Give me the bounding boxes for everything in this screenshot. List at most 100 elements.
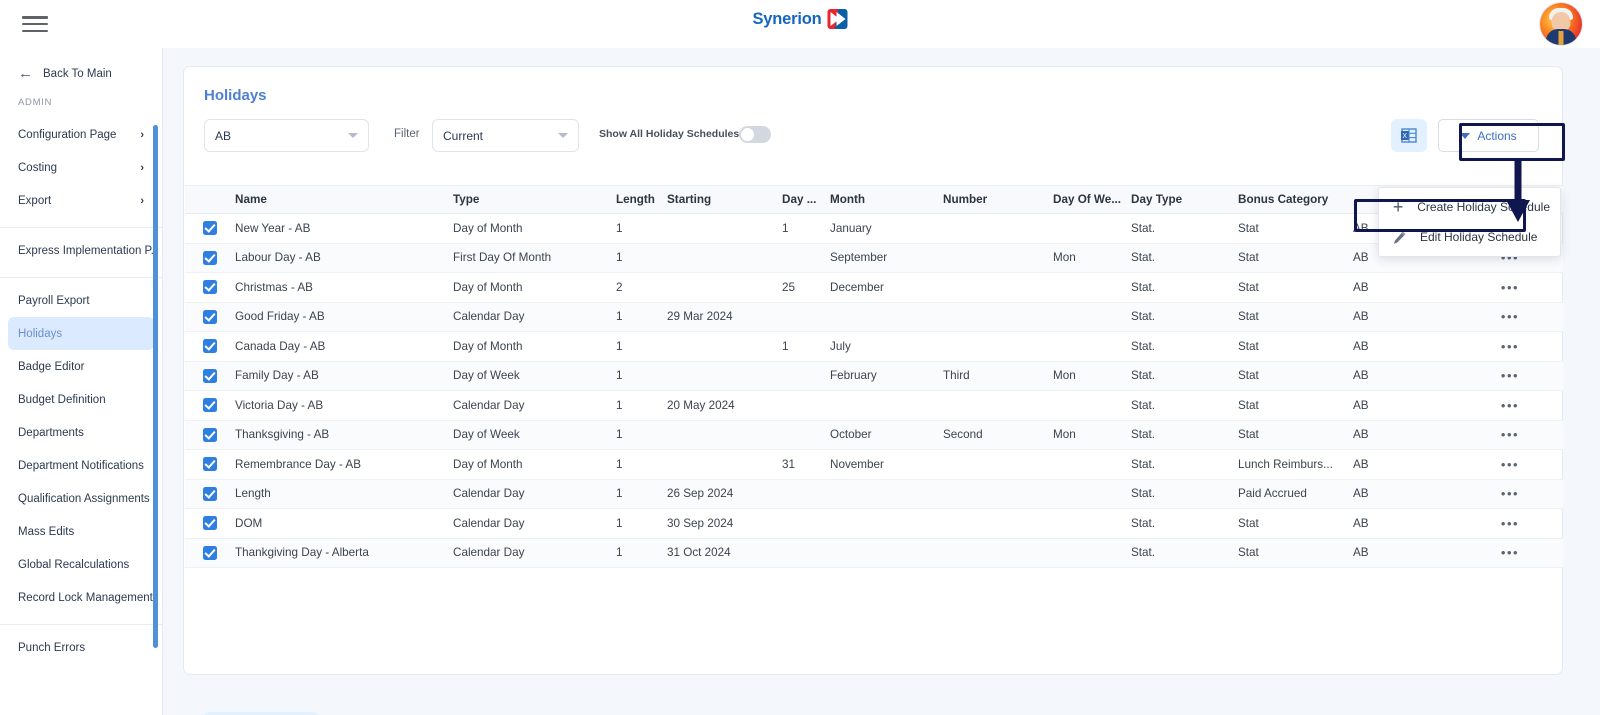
menu-item-label: Edit Holiday Schedule: [1420, 230, 1538, 244]
cell-bonus-category: Stat: [1238, 251, 1259, 265]
show-all-schedules-label: Show All Holiday Schedules: [599, 128, 740, 140]
th-day-type[interactable]: Day Type: [1131, 193, 1238, 206]
cell-day-type: Stat.: [1131, 516, 1156, 530]
row-checkbox-cell: [185, 516, 235, 531]
sidebar-item-label: Holidays: [18, 327, 63, 340]
cell-type: First Day Of Month: [453, 251, 552, 265]
cell-type: Calendar Day: [453, 310, 525, 324]
filter-label: Filter: [394, 128, 420, 140]
cell-length: 1: [616, 221, 623, 235]
sidebar-item-mass-edits[interactable]: Mass Edits: [8, 515, 154, 548]
excel-export-button[interactable]: X: [1391, 119, 1427, 152]
sidebar-item-export[interactable]: Export ›: [8, 184, 154, 217]
avatar[interactable]: [1540, 3, 1582, 45]
table-row[interactable]: Victoria Day - AB Calendar Day 1 20 May 202…: [185, 391, 1563, 421]
table-row[interactable]: Family Day - AB Day of Week 1 February Third…: [185, 361, 1563, 391]
show-all-schedules-toggle[interactable]: [739, 126, 771, 143]
th-bonus-category[interactable]: Bonus Category: [1238, 193, 1353, 206]
sidebar-item-department-notifications[interactable]: Department Notifications: [8, 449, 154, 482]
row-overflow-menu-button[interactable]: •••: [1470, 486, 1550, 501]
svg-text:X: X: [1402, 133, 1407, 140]
sidebar-item-label: Department Notifications: [18, 459, 144, 472]
row-overflow-menu-button[interactable]: •••: [1470, 339, 1550, 354]
row-checkbox[interactable]: [203, 486, 217, 501]
table-row[interactable]: Remembrance Day - AB Day of Month 1 31 Novem…: [185, 450, 1563, 480]
sidebar-item-budget-definition[interactable]: Budget Definition: [8, 383, 154, 416]
row-checkbox[interactable]: [203, 398, 217, 413]
sidebar-item-holidays[interactable]: Holidays: [8, 317, 154, 350]
sidebar: ← Back To Main ADMIN Configuration Page ›…: [0, 48, 163, 715]
th-name[interactable]: Name: [235, 193, 453, 206]
row-overflow-menu-button[interactable]: •••: [1470, 427, 1550, 442]
table-row[interactable]: Canada Day - AB Day of Month 1 1 July Stat. St…: [185, 332, 1563, 362]
row-checkbox[interactable]: [203, 280, 217, 295]
row-overflow-menu-button[interactable]: •••: [1470, 309, 1550, 324]
table-row[interactable]: Thankgiving Day - Alberta Calendar Day 1 31…: [185, 538, 1563, 568]
table-row[interactable]: Good Friday - AB Calendar Day 1 29 Mar 2024…: [185, 302, 1563, 332]
cell-day-type: Stat.: [1131, 310, 1156, 324]
row-overflow-menu-button[interactable]: •••: [1470, 545, 1550, 560]
sidebar-item-punch-errors[interactable]: Punch Errors: [8, 631, 154, 664]
th-day-of-week[interactable]: Day Of We...: [1053, 193, 1131, 206]
th-length[interactable]: Length: [616, 193, 667, 206]
row-checkbox[interactable]: [203, 250, 217, 265]
row-checkbox[interactable]: [203, 368, 217, 383]
table-row[interactable]: New Year - AB Day of Month 1 1 January Stat. S…: [185, 214, 1563, 244]
app-root: Synerion ← Back To Main ADMIN Configurat…: [0, 0, 1600, 715]
cell-name: Canada Day - AB: [235, 339, 326, 353]
row-overflow-menu-button[interactable]: •••: [1470, 516, 1550, 531]
top-bar: Synerion: [0, 0, 1600, 48]
sidebar-scrollbar[interactable]: [153, 125, 158, 648]
chevron-right-icon: ›: [140, 161, 144, 174]
filter-select[interactable]: Current: [432, 119, 579, 152]
row-checkbox-cell: [185, 457, 235, 472]
sidebar-item-record-lock-management[interactable]: Record Lock Management: [8, 581, 154, 614]
table-row[interactable]: Thanksgiving - AB Day of Week 1 October Seco…: [185, 420, 1563, 450]
row-overflow-menu-button[interactable]: •••: [1470, 280, 1550, 295]
row-checkbox[interactable]: [203, 221, 217, 236]
sidebar-item-payroll-export[interactable]: Payroll Export: [8, 284, 154, 317]
cell-bonus-category: Stat: [1238, 546, 1259, 560]
sidebar-item-badge-editor[interactable]: Badge Editor: [8, 350, 154, 383]
row-checkbox[interactable]: [203, 516, 217, 531]
holiday-schedule-select[interactable]: AB: [204, 119, 369, 152]
cell-day-type: Stat.: [1131, 280, 1156, 294]
row-checkbox[interactable]: [203, 457, 217, 472]
table-row[interactable]: Labour Day - AB First Day Of Month 1 Septem…: [185, 243, 1563, 273]
back-to-main-button[interactable]: ← Back To Main: [0, 48, 162, 95]
cell-name: Good Friday - AB: [235, 310, 325, 324]
sidebar-item-express-implementation-p[interactable]: Express Implementation P...: [8, 234, 154, 267]
sidebar-item-costing[interactable]: Costing ›: [8, 151, 154, 184]
table-row[interactable]: DOM Calendar Day 1 30 Sep 2024 Stat. Stat AB ••…: [185, 509, 1563, 539]
th-month[interactable]: Month: [830, 193, 943, 206]
sidebar-item-global-recalculations[interactable]: Global Recalculations: [8, 548, 154, 581]
holidays-card: Holidays AB Filter Current Show All Holi…: [183, 66, 1563, 715]
sidebar-item-qualification-assignments[interactable]: Qualification Assignments: [8, 482, 154, 515]
row-overflow-menu-button[interactable]: •••: [1470, 398, 1550, 413]
cell-type: Day of Month: [453, 457, 523, 471]
th-day[interactable]: Day ...: [782, 193, 830, 206]
row-overflow-menu-button[interactable]: •••: [1470, 457, 1550, 472]
row-checkbox[interactable]: [203, 309, 217, 324]
hamburger-icon[interactable]: [22, 13, 48, 35]
cell-type: Calendar Day: [453, 398, 525, 412]
cell-name: Thanksgiving - AB: [235, 428, 330, 442]
row-checkbox[interactable]: [203, 339, 217, 354]
menu-item-edit-holiday-schedule[interactable]: Edit Holiday Schedule: [1379, 222, 1560, 252]
ellipsis-icon: •••: [1500, 515, 1520, 531]
row-checkbox[interactable]: [203, 427, 217, 442]
row-overflow-menu-button[interactable]: •••: [1470, 368, 1550, 383]
actions-button[interactable]: Actions: [1438, 119, 1539, 152]
table-row[interactable]: Length Calendar Day 1 26 Sep 2024 Stat. Paid …: [185, 479, 1563, 509]
cell-length: 1: [616, 546, 623, 560]
row-checkbox[interactable]: [203, 545, 217, 560]
sidebar-item-configuration-page[interactable]: Configuration Page ›: [8, 118, 154, 151]
th-type[interactable]: Type: [453, 193, 616, 206]
cell-schedule: AB: [1353, 369, 1369, 383]
menu-item-create-holiday-schedule[interactable]: + Create Holiday Schedule: [1379, 192, 1560, 222]
th-number[interactable]: Number: [943, 193, 1053, 206]
th-starting[interactable]: Starting: [667, 193, 782, 206]
table-row[interactable]: Christmas - AB Day of Month 2 25 December Sta…: [185, 273, 1563, 303]
sidebar-item-label: Costing: [18, 161, 57, 174]
sidebar-item-departments[interactable]: Departments: [8, 416, 154, 449]
